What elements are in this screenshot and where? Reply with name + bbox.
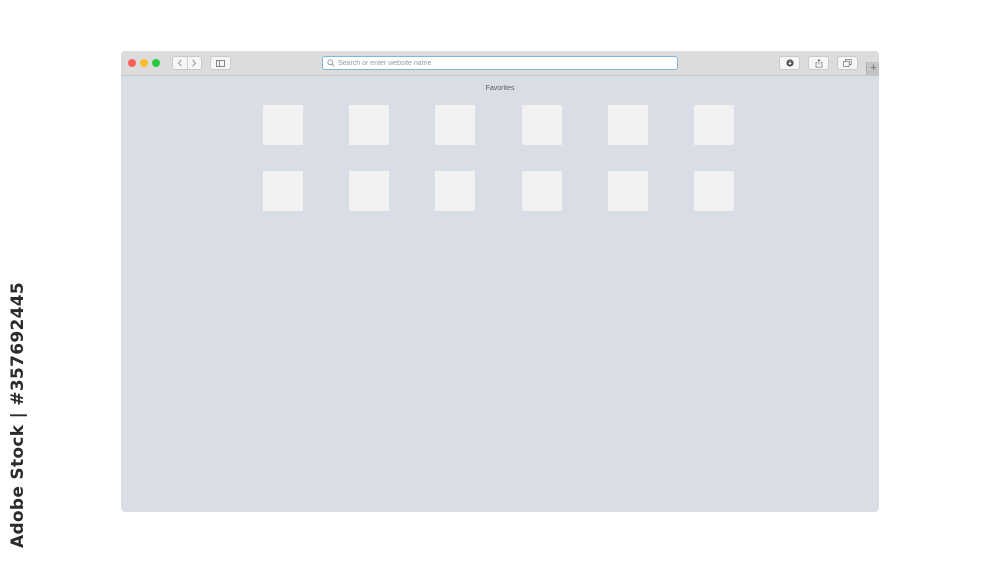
favorite-tile[interactable] bbox=[263, 171, 303, 211]
browser-window: + Favorites bbox=[121, 51, 879, 512]
navigation-buttons bbox=[172, 56, 202, 70]
share-icon bbox=[815, 58, 822, 68]
chevron-right-icon bbox=[192, 59, 197, 67]
favorite-tile[interactable] bbox=[694, 171, 734, 211]
plus-icon: + bbox=[870, 62, 877, 74]
sidebar-icon bbox=[216, 59, 225, 67]
chevron-left-icon bbox=[177, 59, 182, 67]
share-button[interactable] bbox=[808, 56, 829, 70]
new-tab-button[interactable]: + bbox=[866, 62, 879, 75]
tabs-overview-icon bbox=[843, 59, 852, 67]
tabs-overview-button[interactable] bbox=[837, 56, 858, 70]
favorites-heading: Favorites bbox=[485, 85, 515, 92]
maximize-window-button[interactable] bbox=[152, 59, 160, 67]
favorite-tile[interactable] bbox=[263, 105, 303, 145]
address-bar[interactable] bbox=[322, 56, 678, 70]
favorite-tile[interactable] bbox=[522, 105, 562, 145]
favorite-tile[interactable] bbox=[608, 171, 648, 211]
favorite-tile[interactable] bbox=[349, 171, 389, 211]
favorite-tile[interactable] bbox=[522, 171, 562, 211]
address-input[interactable] bbox=[338, 59, 638, 67]
favorite-tile[interactable] bbox=[435, 171, 475, 211]
download-button[interactable] bbox=[779, 56, 800, 70]
sidebar-toggle-button[interactable] bbox=[210, 56, 231, 70]
back-button[interactable] bbox=[173, 57, 187, 69]
download-icon bbox=[785, 59, 794, 67]
search-icon bbox=[327, 59, 335, 67]
close-window-button[interactable] bbox=[128, 59, 136, 67]
browser-toolbar: + bbox=[121, 51, 879, 76]
favorite-tile[interactable] bbox=[694, 105, 734, 145]
stock-watermark-id: Adobe Stock | #357692445 bbox=[8, 281, 28, 548]
favorite-tile[interactable] bbox=[435, 105, 475, 145]
minimize-window-button[interactable] bbox=[140, 59, 148, 67]
forward-button[interactable] bbox=[186, 57, 202, 69]
favorite-tile[interactable] bbox=[608, 105, 648, 145]
favorite-tile[interactable] bbox=[349, 105, 389, 145]
